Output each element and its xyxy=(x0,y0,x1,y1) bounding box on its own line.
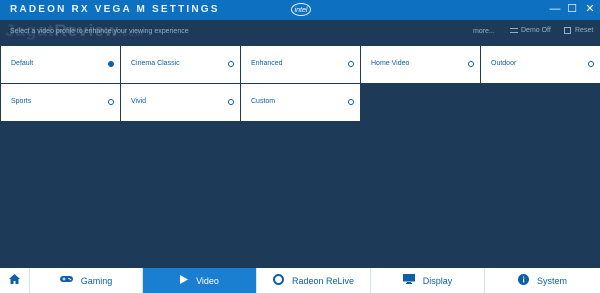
profile-radio[interactable] xyxy=(588,61,594,67)
profile-prompt: Select a video profile to enhance your v… xyxy=(10,28,189,35)
reset-button[interactable]: Reset xyxy=(564,27,593,34)
nav-relive-label: Radeon ReLive xyxy=(291,275,355,286)
demo-icon xyxy=(510,28,518,33)
more-link[interactable]: more... xyxy=(473,28,495,35)
profile-radio[interactable] xyxy=(348,61,354,67)
nav-gaming[interactable]: Gaming xyxy=(30,268,143,293)
nav-system-label: System xyxy=(536,275,567,286)
radeon-settings-window: RADEON RX VEGA M SETTINGS intel — ☐ ✕ Ja… xyxy=(0,0,600,293)
home-icon xyxy=(9,274,20,287)
gamepad-icon xyxy=(59,275,73,286)
profile-label: Cinema Classic xyxy=(131,60,180,67)
profile-label: Default xyxy=(11,60,34,67)
monitor-icon xyxy=(402,274,415,287)
profile-tile-cinema-classic[interactable]: Cinema Classic xyxy=(121,46,240,83)
nav-gaming-label: Gaming xyxy=(80,275,113,286)
profile-radio[interactable] xyxy=(228,99,234,105)
bottom-nav: Gaming Video Radeon ReLive Display Syste… xyxy=(0,268,600,293)
nav-display[interactable]: Display xyxy=(371,268,485,293)
profile-tile-outdoor[interactable]: Outdoor xyxy=(481,46,600,83)
nav-video[interactable]: Video xyxy=(143,268,257,293)
profile-tile-custom[interactable]: Custom xyxy=(241,84,360,121)
nav-display-label: Display xyxy=(422,275,453,286)
demo-toggle[interactable]: Demo Off xyxy=(510,27,551,34)
profile-tile-default[interactable]: Default xyxy=(1,46,120,83)
profile-label: Enhanced xyxy=(251,60,283,67)
profile-label: Vivid xyxy=(131,98,147,105)
profile-radio[interactable] xyxy=(108,99,114,105)
profile-tile-vivid[interactable]: Vivid xyxy=(121,84,240,121)
profile-label: Sports xyxy=(11,98,32,105)
minimize-button[interactable]: — xyxy=(548,2,562,16)
profile-tile-home-video[interactable]: Home Video xyxy=(361,46,480,83)
nav-home[interactable] xyxy=(0,268,30,293)
demo-label: Demo Off xyxy=(521,27,551,34)
reset-label: Reset xyxy=(575,27,594,34)
window-title: RADEON RX VEGA M SETTINGS xyxy=(10,4,220,15)
info-icon xyxy=(517,273,529,288)
profile-radio[interactable] xyxy=(348,99,354,105)
intel-logo: intel xyxy=(291,3,311,16)
profile-label: Outdoor xyxy=(491,60,517,67)
profile-radio[interactable] xyxy=(108,61,114,67)
maximize-button[interactable]: ☐ xyxy=(565,2,579,16)
profile-tile-sports[interactable]: Sports xyxy=(1,84,120,121)
nav-system[interactable]: System xyxy=(485,268,600,293)
title-bar: RADEON RX VEGA M SETTINGS intel — ☐ ✕ xyxy=(0,0,600,20)
profile-label: Custom xyxy=(251,98,276,105)
nav-relive[interactable]: Radeon ReLive xyxy=(257,268,371,293)
play-icon xyxy=(180,274,189,287)
profile-tile-enhanced[interactable]: Enhanced xyxy=(241,46,360,83)
profile-radio[interactable] xyxy=(228,61,234,67)
profile-radio[interactable] xyxy=(468,61,474,67)
nav-video-label: Video xyxy=(196,275,219,286)
relive-icon xyxy=(272,273,284,288)
reset-icon xyxy=(564,27,571,34)
profile-label: Home Video xyxy=(371,60,410,67)
close-button[interactable]: ✕ xyxy=(583,2,597,16)
